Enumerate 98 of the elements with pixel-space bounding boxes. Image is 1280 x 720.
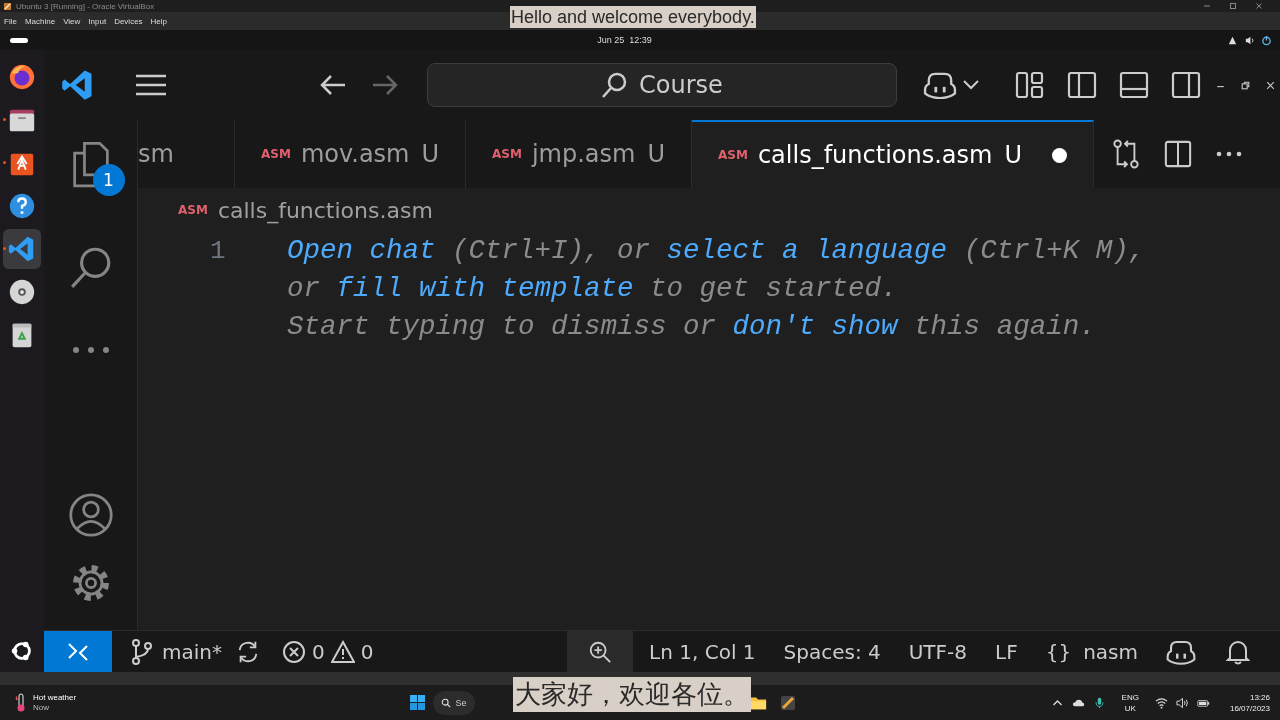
window-title: Ubuntu 3 [Running] - Oracle VirtualBox xyxy=(16,1,155,11)
weather-title[interactable]: Hot weather xyxy=(33,692,77,703)
menu-item[interactable]: Help xyxy=(150,16,168,26)
branch-icon xyxy=(130,638,154,665)
branch-status[interactable]: main* xyxy=(130,638,222,665)
notification-badge: 1 xyxy=(92,164,125,196)
maximize-icon[interactable] xyxy=(1228,1,1238,11)
hint-text: Start typing to dismiss or xyxy=(287,311,718,342)
copilot-icon[interactable] xyxy=(923,71,957,99)
clock[interactable]: Jun 25 12:39 xyxy=(597,35,652,45)
chevron-down-icon[interactable] xyxy=(963,80,979,90)
wifi-icon[interactable] xyxy=(1154,696,1168,709)
thermometer-icon[interactable] xyxy=(15,692,27,713)
taskbar-time[interactable]: 13:26 xyxy=(1249,691,1270,703)
warning-icon xyxy=(330,638,355,665)
forward-arrow-icon[interactable] xyxy=(371,73,399,97)
menu-item[interactable]: View xyxy=(63,16,81,26)
input-region[interactable]: UK xyxy=(1124,702,1136,714)
warning-count: 0 xyxy=(360,639,374,664)
weather-time: Now xyxy=(33,702,50,713)
secondary-sidebar-icon[interactable] xyxy=(1171,70,1201,100)
panel-toggle-icon[interactable] xyxy=(1119,70,1149,100)
browser-icon xyxy=(7,62,37,92)
power-icon[interactable] xyxy=(1261,34,1272,46)
menu-item[interactable]: Input xyxy=(88,16,107,26)
volume-icon[interactable] xyxy=(1175,696,1189,709)
close-icon[interactable] xyxy=(1254,1,1264,11)
taskbar-date[interactable]: 16/07/2023 xyxy=(1229,702,1270,714)
restore-icon[interactable] xyxy=(1240,79,1251,91)
file-type-label: ASM xyxy=(178,203,208,217)
activities-indicator[interactable] xyxy=(10,37,28,43)
microphone-icon[interactable] xyxy=(1092,696,1106,709)
account-icon[interactable] xyxy=(67,492,114,538)
hint-link[interactable]: fill with template xyxy=(336,273,634,304)
back-arrow-icon[interactable] xyxy=(319,73,347,97)
hint-text: (Ctrl+I), or xyxy=(451,235,652,266)
tab-label: calls_functions.asm xyxy=(757,141,993,169)
encoding-status[interactable]: UTF-8 xyxy=(908,639,968,664)
cursor-position[interactable]: Ln 1, Col 1 xyxy=(649,639,756,664)
unsaved-dot[interactable] xyxy=(1052,147,1067,163)
input-language[interactable]: ENG xyxy=(1121,691,1139,703)
bell-icon[interactable] xyxy=(1226,638,1250,665)
line-number: 1 xyxy=(210,235,227,268)
search-field[interactable]: Se xyxy=(432,690,475,715)
split-editor-icon[interactable] xyxy=(1164,139,1192,169)
language-mode[interactable]: {} nasm xyxy=(1045,639,1138,664)
app-icon[interactable] xyxy=(778,694,797,711)
indentation-status[interactable]: Spaces: 4 xyxy=(783,639,881,664)
file-type-label: ASM xyxy=(718,148,748,162)
menu-icon[interactable] xyxy=(135,73,167,97)
line-ending-status[interactable]: LF xyxy=(995,639,1018,664)
error-count: 0 xyxy=(312,639,325,664)
hint-text: to get started. xyxy=(649,273,898,304)
menu-item[interactable]: File xyxy=(4,16,17,26)
hint-link[interactable]: select a language xyxy=(666,235,948,266)
tab-label: jmp.asm xyxy=(531,140,636,168)
git-status: U xyxy=(1004,141,1022,169)
virtualbox-icon xyxy=(3,1,12,11)
hint-text: or xyxy=(287,273,321,304)
subtitle-caption: Hello and welcome everybody. xyxy=(510,6,756,28)
git-status: U xyxy=(421,140,440,168)
more-icon[interactable] xyxy=(1216,151,1242,157)
volume-icon[interactable] xyxy=(1244,34,1255,46)
disc-icon xyxy=(7,277,37,307)
tab-label: mov.asm xyxy=(300,140,410,168)
compare-changes-icon[interactable] xyxy=(1112,139,1140,169)
copilot-icon[interactable] xyxy=(1166,638,1196,665)
network-icon[interactable] xyxy=(1227,34,1238,46)
editor-tab[interactable]: ASM calls_functions.asm U xyxy=(692,120,1094,188)
search-text: Se xyxy=(455,697,467,708)
file-type-label: ASM xyxy=(261,147,291,161)
layout-icon[interactable] xyxy=(1015,70,1045,100)
sidebar-toggle-icon[interactable] xyxy=(1067,70,1097,100)
breadcrumb-item[interactable]: calls_functions.asm xyxy=(217,197,433,223)
error-icon xyxy=(282,638,306,665)
command-center[interactable]: Course xyxy=(427,63,897,107)
remote-indicator[interactable] xyxy=(44,631,112,672)
more-icon[interactable] xyxy=(70,346,111,354)
search-icon xyxy=(440,697,451,708)
start-icon[interactable] xyxy=(409,695,425,710)
branch-name: main* xyxy=(162,639,222,664)
tab-label: sm xyxy=(138,140,174,168)
editor-tab[interactable]: sm xyxy=(138,120,235,188)
hint-link[interactable]: don't show xyxy=(732,311,898,342)
hint-text: (Ctrl+K M), xyxy=(962,235,1146,266)
braces-glyph: {} xyxy=(1045,639,1072,664)
help-icon xyxy=(7,191,37,221)
close-icon[interactable] xyxy=(1265,79,1276,91)
menu-item[interactable]: Devices xyxy=(114,16,143,26)
problems-status[interactable]: 0 0 xyxy=(282,638,374,665)
menu-item[interactable]: Machine xyxy=(24,16,56,26)
subtitle-caption: 大家好，欢迎各位。 xyxy=(513,677,751,712)
git-status: U xyxy=(647,140,666,168)
zoom-button[interactable] xyxy=(567,631,634,672)
hint-link[interactable]: Open chat xyxy=(287,235,436,266)
file-type-label: ASM xyxy=(492,147,522,161)
language-name: nasm xyxy=(1083,639,1138,664)
hint-text: this again. xyxy=(913,311,1096,342)
